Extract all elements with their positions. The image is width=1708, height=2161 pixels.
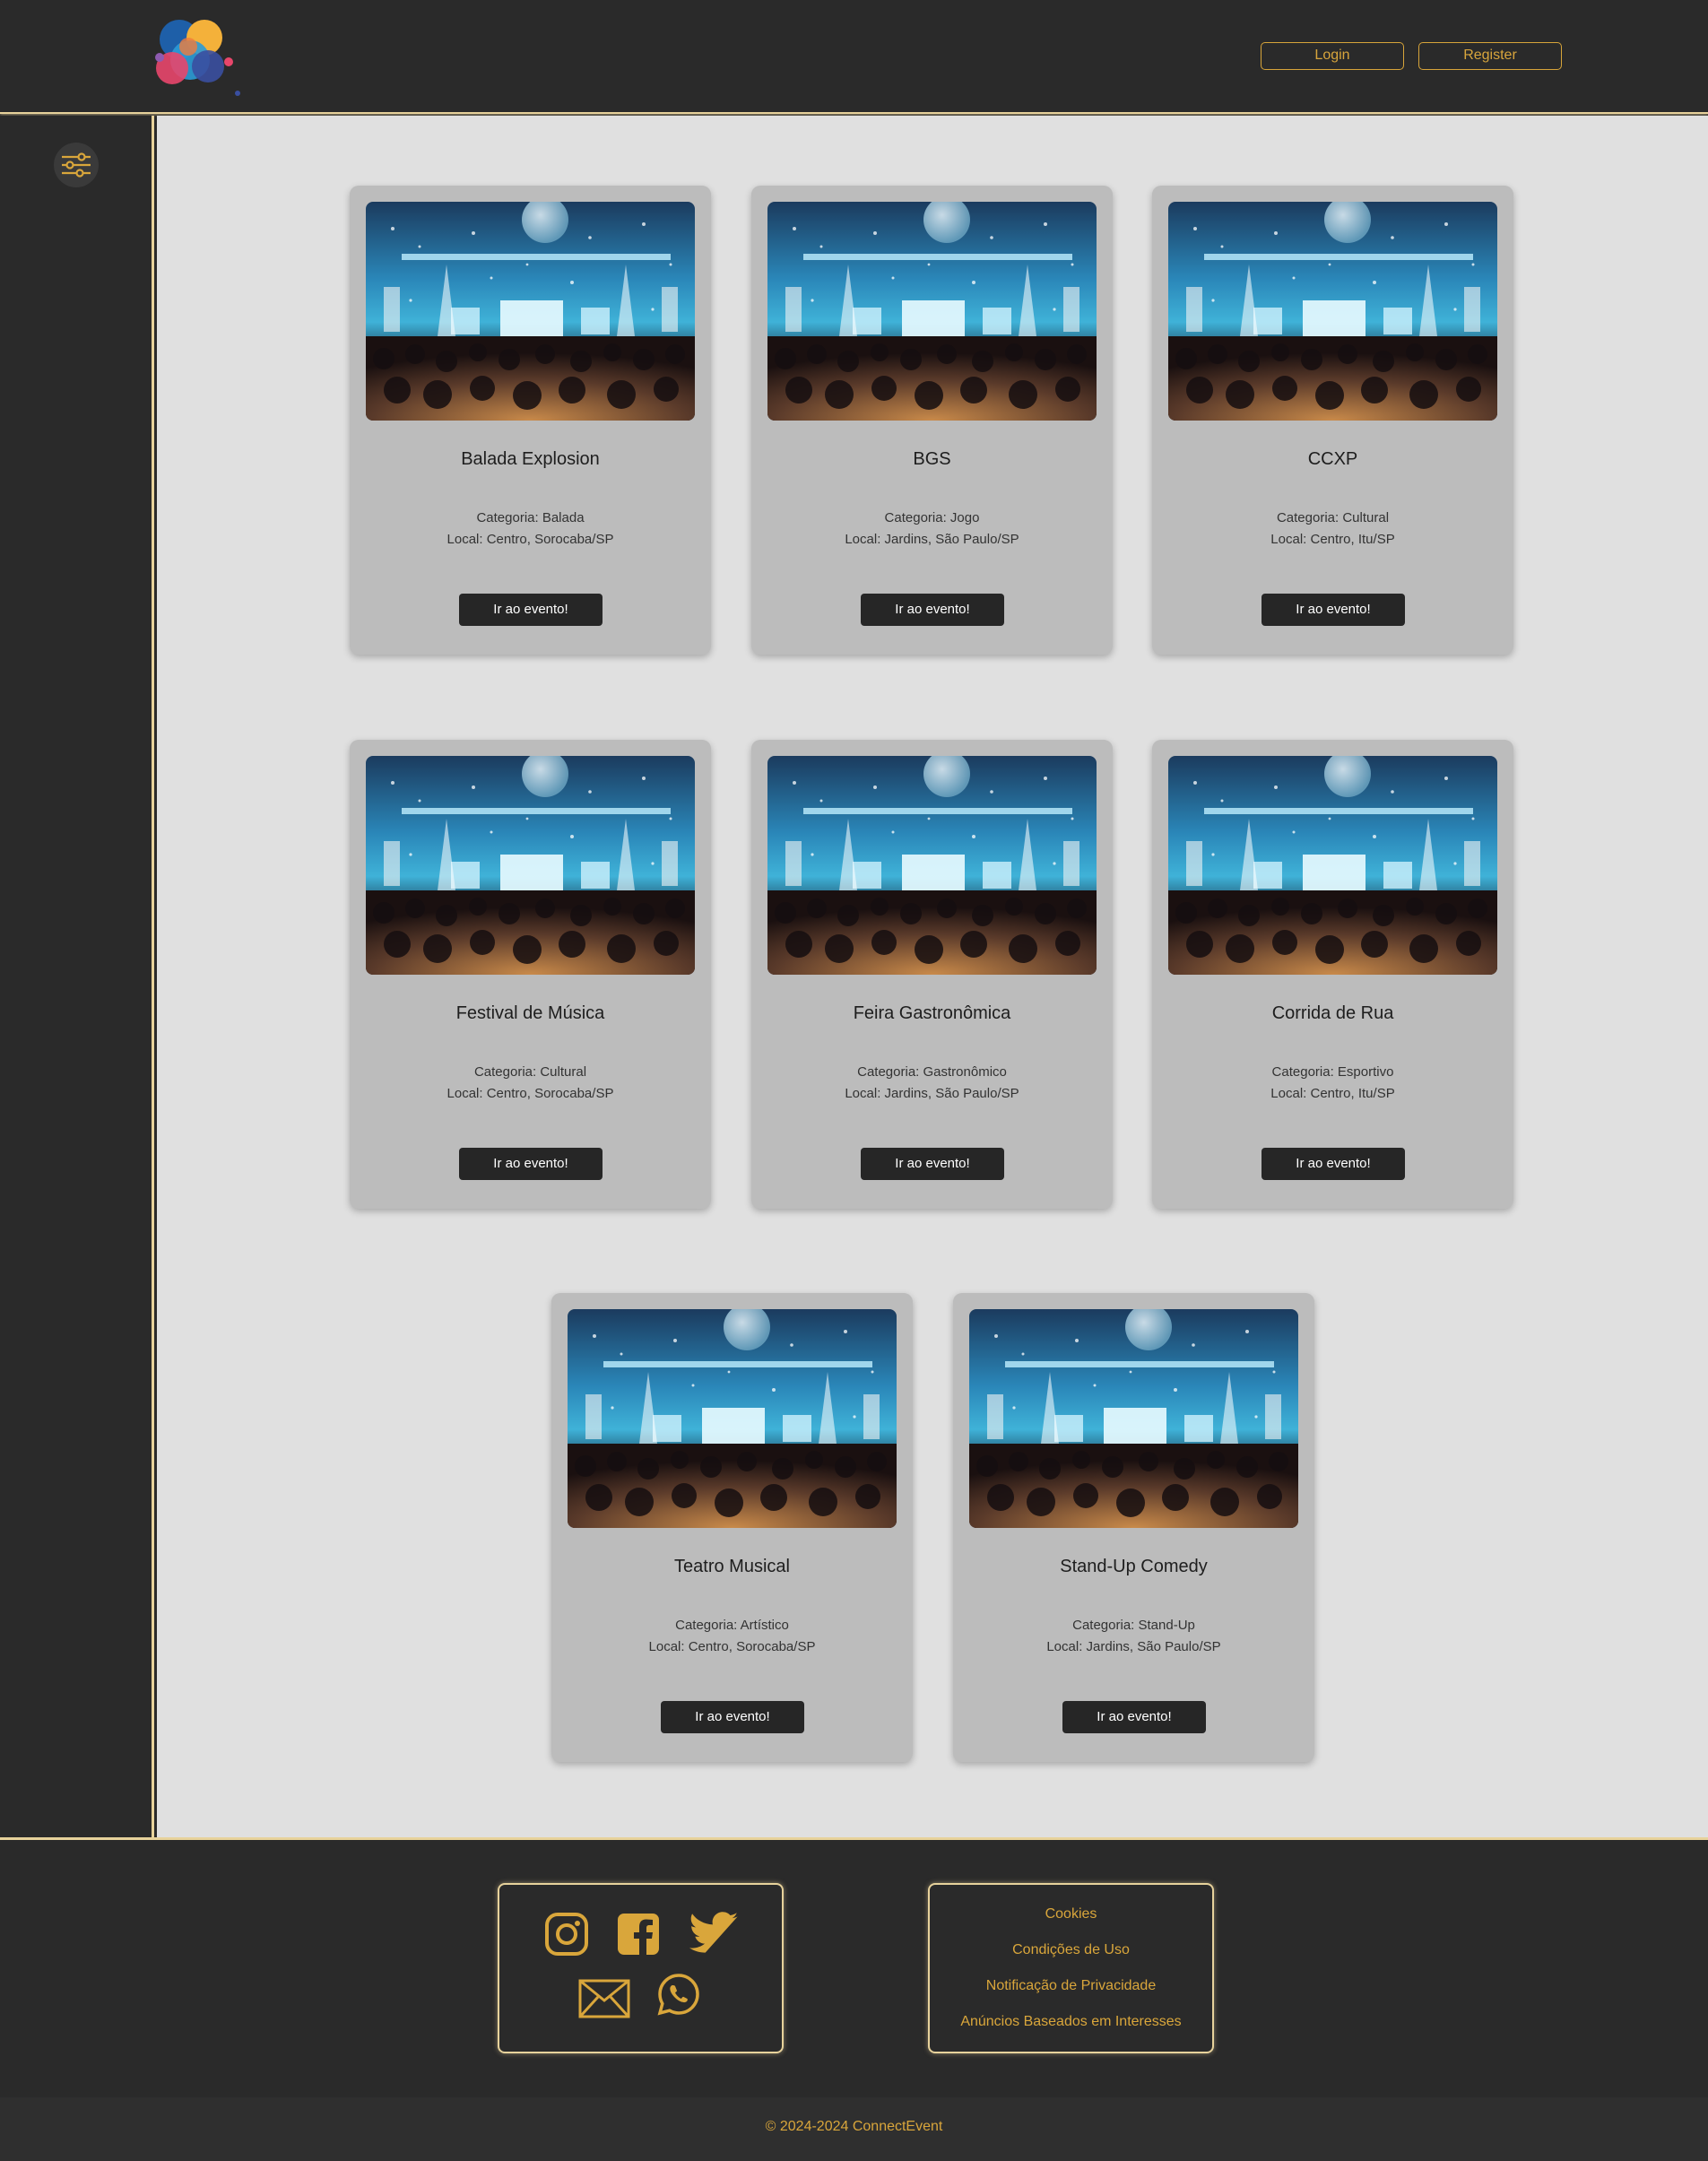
event-location: Local: Jardins, São Paulo/SP: [845, 532, 1019, 547]
event-location: Local: Centro, Itu/SP: [1270, 532, 1395, 547]
privacy-notice-link[interactable]: Notificação de Privacidade: [930, 1978, 1212, 1994]
register-button[interactable]: Register: [1418, 42, 1562, 70]
go-to-event-button[interactable]: Ir ao evento!: [459, 1148, 603, 1180]
event-image[interactable]: [1168, 756, 1497, 975]
event-category: Categoria: Esportivo: [1271, 1064, 1394, 1080]
event-category: Categoria: Cultural: [1276, 510, 1390, 525]
event-image[interactable]: [767, 756, 1097, 975]
event-image[interactable]: [366, 756, 695, 975]
event-card: Teatro Musical Categoria: Artístico Loca…: [551, 1293, 913, 1762]
sliders-icon: [62, 152, 91, 178]
event-category: Categoria: Stand-Up: [1072, 1618, 1195, 1633]
event-card: Feira Gastronômica Categoria: Gastronômi…: [751, 740, 1113, 1209]
event-card: Corrida de Rua Categoria: Esportivo Loca…: [1152, 740, 1513, 1209]
event-location: Local: Centro, Itu/SP: [1270, 1086, 1395, 1101]
event-title: Festival de Música: [455, 1003, 605, 1023]
go-to-event-button[interactable]: Ir ao evento!: [1261, 594, 1405, 626]
go-to-event-button[interactable]: Ir ao evento!: [861, 594, 1004, 626]
login-button[interactable]: Login: [1261, 42, 1404, 70]
go-to-event-button[interactable]: Ir ao evento!: [459, 594, 603, 626]
event-title: BGS: [913, 449, 951, 469]
event-card: Festival de Música Categoria: Cultural L…: [350, 740, 711, 1209]
sidebar: [0, 116, 154, 1837]
event-card: Balada Explosion Categoria: Balada Local…: [350, 186, 711, 655]
event-image[interactable]: [1168, 202, 1497, 421]
event-title: Teatro Musical: [674, 1557, 790, 1576]
event-location: Local: Centro, Sorocaba/SP: [447, 532, 614, 547]
copyright-bar: © 2024-2024 ConnectEvent: [0, 2097, 1708, 2161]
event-title: CCXP: [1307, 449, 1358, 469]
event-card: BGS Categoria: Jogo Local: Jardins, São …: [751, 186, 1113, 655]
event-title: Corrida de Rua: [1271, 1003, 1394, 1023]
whatsapp-icon[interactable]: [657, 1973, 700, 2016]
terms-of-use-link[interactable]: Condições de Uso: [930, 1942, 1212, 1958]
interest-based-ads-link[interactable]: Anúncios Baseados em Interesses: [930, 2014, 1212, 2030]
event-image[interactable]: [969, 1309, 1298, 1528]
event-category: Categoria: Jogo: [884, 510, 980, 525]
site-header: Login Register: [0, 0, 1708, 114]
event-category: Categoria: Balada: [476, 510, 585, 525]
email-icon[interactable]: [578, 1979, 630, 2018]
copyright-text: © 2024-2024 ConnectEvent: [765, 2119, 943, 2134]
event-category: Categoria: Gastronômico: [857, 1064, 1007, 1080]
event-location: Local: Centro, Sorocaba/SP: [648, 1639, 816, 1654]
filter-button[interactable]: [54, 143, 99, 187]
instagram-icon[interactable]: [544, 1912, 589, 1957]
event-image[interactable]: [366, 202, 695, 421]
event-title: Feira Gastronômica: [853, 1003, 1011, 1023]
event-image[interactable]: [568, 1309, 897, 1528]
go-to-event-button[interactable]: Ir ao evento!: [661, 1701, 804, 1733]
event-title: Stand-Up Comedy: [1060, 1557, 1208, 1576]
cookies-link[interactable]: Cookies: [930, 1906, 1212, 1922]
event-location: Local: Jardins, São Paulo/SP: [1046, 1639, 1221, 1654]
facebook-icon[interactable]: [616, 1912, 661, 1957]
event-card: CCXP Categoria: Cultural Local: Centro, …: [1152, 186, 1513, 655]
connectevent-logo[interactable]: [143, 11, 244, 100]
event-image[interactable]: [767, 202, 1097, 421]
event-category: Categoria: Cultural: [473, 1064, 587, 1080]
event-card: Stand-Up Comedy Categoria: Stand-Up Loca…: [953, 1293, 1314, 1762]
twitter-icon[interactable]: [688, 1912, 738, 1957]
go-to-event-button[interactable]: Ir ao evento!: [1062, 1701, 1206, 1733]
events-grid: Balada Explosion Categoria: Balada Local…: [157, 116, 1708, 1837]
go-to-event-button[interactable]: Ir ao evento!: [1261, 1148, 1405, 1180]
site-footer: Cookies Condições de Uso Notificação de …: [0, 1837, 1708, 2097]
social-links-box: [498, 1883, 784, 2053]
legal-links-box: Cookies Condições de Uso Notificação de …: [928, 1883, 1214, 2053]
event-location: Local: Centro, Sorocaba/SP: [447, 1086, 614, 1101]
event-title: Balada Explosion: [461, 449, 600, 469]
event-location: Local: Jardins, São Paulo/SP: [845, 1086, 1019, 1101]
go-to-event-button[interactable]: Ir ao evento!: [861, 1148, 1004, 1180]
event-category: Categoria: Artístico: [675, 1618, 789, 1633]
